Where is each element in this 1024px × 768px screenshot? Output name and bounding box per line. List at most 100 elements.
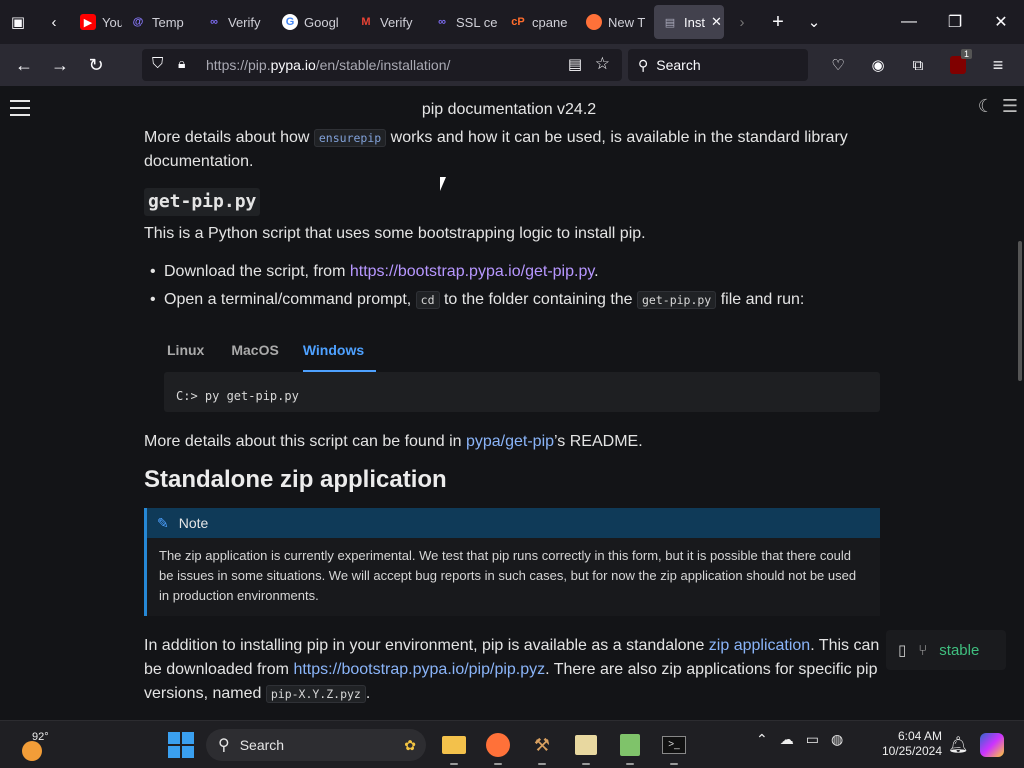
page-viewport: pip documentation v24.2 ☾ ☰ More details… bbox=[0, 86, 1024, 720]
search-bar[interactable]: ⚲ Search bbox=[628, 49, 808, 81]
toc-toggle-icon[interactable]: ☰ bbox=[1002, 96, 1018, 117]
shield-icon[interactable]: ⛉ bbox=[152, 55, 163, 72]
page-scrollbar[interactable] bbox=[1018, 241, 1022, 381]
tab-cpanel[interactable]: cP cpane bbox=[502, 5, 578, 39]
close-tab-icon[interactable]: ✕ bbox=[711, 14, 722, 30]
reload-icon[interactable]: ↻ bbox=[78, 49, 114, 81]
tab-label: Temp bbox=[152, 14, 184, 30]
tab-list-icon[interactable]: ▣ bbox=[0, 0, 36, 44]
book-icon: ▯ bbox=[898, 642, 907, 659]
extensions-icon[interactable]: ⧉ bbox=[900, 49, 936, 81]
date: 10/25/2024 bbox=[881, 744, 942, 758]
tab-label: SSL ce bbox=[456, 14, 498, 30]
zip-application-link[interactable]: zip application bbox=[709, 637, 810, 654]
taskbar-search-label: Search bbox=[239, 737, 285, 753]
pocket-icon[interactable]: ♡ bbox=[820, 49, 856, 81]
tab-windows[interactable]: Windows bbox=[302, 330, 377, 372]
getpip-readme-paragraph: More details about this script can be fo… bbox=[144, 433, 643, 450]
bookmark-star-icon[interactable]: ☆ bbox=[595, 54, 610, 74]
cd-code: cd bbox=[415, 291, 440, 309]
tab-verify-2[interactable]: M Verify bbox=[350, 5, 426, 39]
taskbar-search[interactable]: ⚲ Search ✿ bbox=[206, 729, 426, 761]
getpip-description: This is a Python script that uses some b… bbox=[144, 225, 646, 242]
google-icon: G bbox=[282, 14, 298, 30]
scroll-tabs-left-icon[interactable]: ‹ bbox=[36, 0, 72, 44]
tab-verify-1[interactable]: ∞ Verify bbox=[198, 5, 274, 39]
file-explorer-icon[interactable] bbox=[438, 729, 470, 765]
command-code-block[interactable]: C:> py get-pip.py bbox=[164, 372, 880, 412]
lock-icon[interactable]: 🔒︎ bbox=[178, 55, 185, 72]
intro-paragraph: More details about how ensurepip works a… bbox=[144, 129, 848, 170]
browser-nav-bar: ← → ↻ ⛉ 🔒︎ https://pip.pypa.io/en/stable… bbox=[0, 44, 1024, 86]
windows-taskbar: 92° ⚲ Search ✿ ⚒ >_ ⌃ ☁ ▭ ◍ 6:04 AM 10/2… bbox=[0, 720, 1024, 768]
tab-label: Verify bbox=[228, 14, 261, 30]
page-title: pip documentation v24.2 bbox=[421, 101, 597, 118]
menu-icon[interactable]: ≡ bbox=[980, 49, 1016, 81]
minimize-icon[interactable]: — bbox=[886, 0, 932, 44]
chevron-up-icon[interactable]: ⌃ bbox=[756, 731, 768, 748]
cpanel-icon: cP bbox=[511, 16, 525, 28]
cloud-icon[interactable]: ☁ bbox=[780, 731, 794, 748]
start-button[interactable] bbox=[168, 732, 194, 758]
weather-widget[interactable]: 92° bbox=[20, 729, 60, 763]
version-label: stable bbox=[939, 641, 980, 659]
theme-toggle-icon[interactable]: ☾ bbox=[978, 96, 994, 117]
volume-icon[interactable]: ◍ bbox=[831, 731, 843, 748]
url-bar[interactable]: ⛉ 🔒︎ https://pip.pypa.io/en/stable/insta… bbox=[142, 49, 622, 81]
list-item: Open a terminal/command prompt, cd to th… bbox=[144, 288, 880, 312]
note-body: The zip application is currently experim… bbox=[159, 548, 857, 603]
tab-linux[interactable]: Linux bbox=[164, 330, 216, 372]
pencil-icon: ✎ bbox=[157, 515, 169, 531]
clock[interactable]: 6:04 AM 10/25/2024 bbox=[878, 729, 942, 759]
tab-label: YouT bbox=[102, 14, 122, 30]
version-switcher[interactable]: ▯ ⑂ stable bbox=[886, 630, 1006, 670]
note-admonition: ✎ Note The zip application is currently … bbox=[144, 508, 880, 616]
firefox-taskbar-icon[interactable] bbox=[482, 729, 514, 765]
temperature: 92° bbox=[32, 731, 49, 743]
tab-new-tab[interactable]: New T bbox=[578, 5, 654, 39]
copilot-icon[interactable] bbox=[980, 733, 1004, 757]
browser-tab-bar: ▣ ‹ ▶ YouT @ Temp ∞ Verify G Googl M Ver… bbox=[0, 0, 1024, 44]
maximize-icon[interactable]: ❐ bbox=[932, 0, 978, 44]
tab-temp[interactable]: @ Temp bbox=[122, 5, 198, 39]
back-icon[interactable]: ← bbox=[6, 49, 42, 81]
tab-installation[interactable]: ▤ Inst ✕ bbox=[654, 5, 724, 39]
new-tab-icon[interactable]: + bbox=[760, 0, 796, 44]
tab-youtube[interactable]: ▶ YouT bbox=[72, 5, 122, 39]
pyz-filename-code: pip-X.Y.Z.pyz bbox=[265, 685, 366, 703]
getpip-download-link[interactable]: https://bootstrap.pypa.io/get-pip.py bbox=[350, 263, 594, 280]
network-icon[interactable]: ▭ bbox=[806, 731, 819, 748]
sun-icon bbox=[22, 741, 42, 761]
list-all-tabs-icon[interactable]: ⌄ bbox=[796, 0, 832, 44]
notepad-app-icon[interactable] bbox=[614, 729, 646, 765]
docs-icon: ▤ bbox=[664, 16, 676, 29]
certificate-app-icon[interactable] bbox=[570, 729, 602, 765]
pip-pyz-link[interactable]: https://bootstrap.pypa.io/pip/pip.pyz bbox=[293, 661, 545, 678]
notifications-icon[interactable]: 🔔︎ bbox=[948, 735, 968, 755]
app-icon[interactable]: ⚒ bbox=[526, 729, 558, 765]
scroll-tabs-right-icon[interactable]: › bbox=[724, 0, 760, 44]
branch-icon: ⑂ bbox=[918, 641, 928, 659]
url-text[interactable]: https://pip.pypa.io/en/stable/installati… bbox=[206, 57, 450, 73]
tab-ssl[interactable]: ∞ SSL ce bbox=[426, 5, 502, 39]
mouse-cursor-icon bbox=[440, 177, 446, 191]
os-tabs: Linux MacOS Windows bbox=[164, 330, 880, 372]
tab-label: Inst bbox=[684, 14, 705, 30]
getpip-filename-code: get-pip.py bbox=[637, 291, 717, 309]
account-icon[interactable]: ◉ bbox=[860, 49, 896, 81]
reader-view-icon[interactable]: ▤ bbox=[568, 55, 582, 73]
ensurepip-code[interactable]: ensurepip bbox=[313, 129, 387, 147]
search-icon: ⚲ bbox=[638, 56, 649, 73]
tab-label: New T bbox=[608, 14, 646, 30]
gmail-icon: M bbox=[361, 16, 371, 28]
forward-icon[interactable]: → bbox=[42, 49, 78, 81]
close-window-icon[interactable]: ✕ bbox=[978, 0, 1024, 44]
ublock-icon[interactable]: 1 bbox=[940, 49, 976, 81]
getpip-repo-link[interactable]: pypa/get-pip bbox=[466, 433, 554, 450]
zipapp-heading: Standalone zip application bbox=[144, 466, 447, 493]
tab-macos[interactable]: MacOS bbox=[228, 330, 290, 372]
sidebar-toggle-icon[interactable] bbox=[10, 100, 30, 116]
time: 6:04 AM bbox=[897, 729, 942, 743]
terminal-icon[interactable]: >_ bbox=[658, 729, 690, 765]
tab-google[interactable]: G Googl bbox=[274, 5, 350, 39]
